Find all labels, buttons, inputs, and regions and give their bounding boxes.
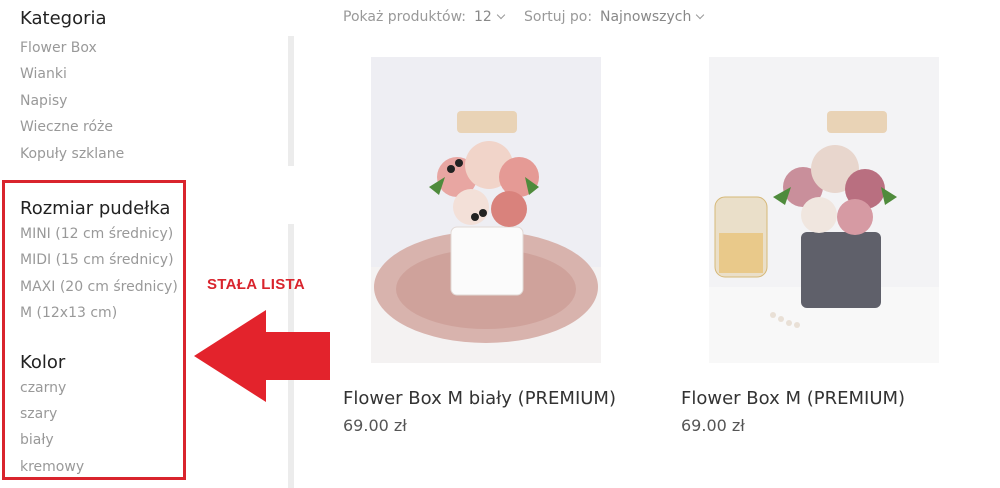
category-item-napisy[interactable]: Napisy: [20, 93, 67, 109]
arrow-left-icon: [194, 310, 330, 402]
chevron-down-icon: [496, 10, 506, 20]
annotation-label: STAŁA LISTA: [207, 276, 306, 293]
category-item-wieczne-roze[interactable]: Wieczne róże: [20, 119, 113, 135]
highlight-box: [2, 180, 186, 480]
category-heading: Kategoria: [20, 8, 107, 29]
category-item-flower-box[interactable]: Flower Box: [20, 40, 97, 56]
sort-label: Sortuj po:: [524, 9, 593, 25]
product-image[interactable]: [371, 57, 601, 363]
show-value: 12: [474, 9, 492, 25]
chevron-down-icon: [696, 10, 705, 20]
category-item-kopuly[interactable]: Kopuły szklane: [20, 146, 124, 162]
sort-value: Najnowszych: [600, 9, 692, 25]
sidebar: Kategoria Flower Box Wianki Napisy Wiecz…: [0, 0, 300, 488]
product-price: 69.00 zł: [343, 416, 407, 435]
category-item-wianki[interactable]: Wianki: [20, 66, 67, 82]
product-title[interactable]: Flower Box M biały (PREMIUM): [343, 388, 616, 409]
show-label: Pokaż produktów:: [343, 9, 466, 25]
sort-select[interactable]: Najnowszych: [600, 9, 705, 25]
product-title[interactable]: Flower Box M (PREMIUM): [681, 388, 905, 409]
show-select[interactable]: 12: [474, 9, 506, 25]
scroll-track-category[interactable]: [288, 36, 294, 166]
product-image[interactable]: [709, 57, 939, 363]
product-price: 69.00 zł: [681, 416, 745, 435]
